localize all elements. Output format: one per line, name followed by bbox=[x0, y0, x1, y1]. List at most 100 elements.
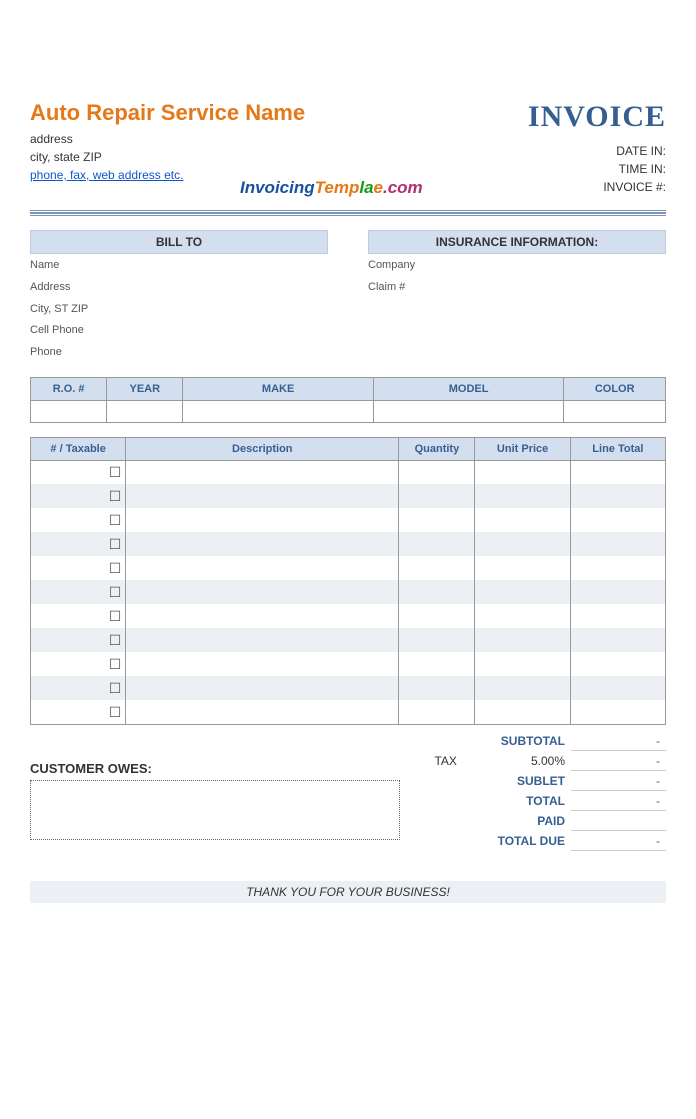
company-city: city, state ZIP bbox=[30, 148, 528, 166]
tax-value: - bbox=[571, 751, 666, 771]
item-row[interactable]: ☐ bbox=[31, 460, 666, 484]
total-label: TOTAL bbox=[463, 791, 571, 811]
item-cell[interactable] bbox=[475, 460, 570, 484]
vh-model: MODEL bbox=[373, 377, 564, 400]
item-cell[interactable] bbox=[570, 628, 665, 652]
paid-value bbox=[571, 811, 666, 831]
item-cell[interactable] bbox=[399, 532, 475, 556]
customer-owes-block: CUSTOMER OWES: bbox=[30, 731, 406, 852]
paid-label: PAID bbox=[463, 811, 571, 831]
ih-qty: Quantity bbox=[399, 437, 475, 460]
item-cell[interactable] bbox=[570, 604, 665, 628]
totaldue-label: TOTAL DUE bbox=[463, 831, 571, 851]
item-cell[interactable] bbox=[126, 508, 399, 532]
item-cell[interactable] bbox=[399, 580, 475, 604]
taxable-checkbox[interactable]: ☐ bbox=[31, 484, 126, 508]
item-cell[interactable] bbox=[399, 676, 475, 700]
item-cell[interactable] bbox=[570, 652, 665, 676]
item-cell[interactable] bbox=[126, 604, 399, 628]
ih-desc: Description bbox=[126, 437, 399, 460]
item-cell[interactable] bbox=[570, 460, 665, 484]
taxable-checkbox[interactable]: ☐ bbox=[31, 556, 126, 580]
owes-box[interactable] bbox=[30, 780, 400, 840]
item-cell[interactable] bbox=[126, 700, 399, 724]
item-cell[interactable] bbox=[570, 580, 665, 604]
item-cell[interactable] bbox=[475, 652, 570, 676]
taxable-checkbox[interactable]: ☐ bbox=[31, 580, 126, 604]
item-cell[interactable] bbox=[570, 508, 665, 532]
item-cell[interactable] bbox=[126, 676, 399, 700]
item-cell[interactable] bbox=[570, 700, 665, 724]
item-cell[interactable] bbox=[570, 532, 665, 556]
insurance-column: INSURANCE INFORMATION: Company Claim # bbox=[368, 230, 666, 363]
item-cell[interactable] bbox=[475, 676, 570, 700]
taxable-checkbox[interactable]: ☐ bbox=[31, 532, 126, 556]
item-cell[interactable] bbox=[126, 652, 399, 676]
item-cell[interactable] bbox=[475, 604, 570, 628]
bill-city: City, ST ZIP bbox=[30, 300, 328, 320]
item-cell[interactable] bbox=[126, 580, 399, 604]
sublet-label: SUBLET bbox=[463, 771, 571, 791]
item-cell[interactable] bbox=[126, 484, 399, 508]
item-cell[interactable] bbox=[570, 676, 665, 700]
vh-color: COLOR bbox=[564, 377, 666, 400]
item-row[interactable]: ☐ bbox=[31, 484, 666, 508]
divider-rule bbox=[30, 210, 666, 216]
item-cell[interactable] bbox=[475, 700, 570, 724]
item-cell[interactable] bbox=[126, 556, 399, 580]
taxable-checkbox[interactable]: ☐ bbox=[31, 460, 126, 484]
item-cell[interactable] bbox=[475, 484, 570, 508]
item-row[interactable]: ☐ bbox=[31, 508, 666, 532]
item-cell[interactable] bbox=[475, 508, 570, 532]
meta-rows: DATE IN: TIME IN: INVOICE #: bbox=[528, 142, 666, 196]
item-cell[interactable] bbox=[475, 580, 570, 604]
item-cell[interactable] bbox=[399, 652, 475, 676]
item-cell[interactable] bbox=[126, 628, 399, 652]
item-row[interactable]: ☐ bbox=[31, 676, 666, 700]
item-row[interactable]: ☐ bbox=[31, 628, 666, 652]
ih-taxable: # / Taxable bbox=[31, 437, 126, 460]
item-cell[interactable] bbox=[399, 604, 475, 628]
item-cell[interactable] bbox=[399, 484, 475, 508]
vh-make: MAKE bbox=[183, 377, 374, 400]
insurance-header: INSURANCE INFORMATION: bbox=[368, 230, 666, 254]
item-row[interactable]: ☐ bbox=[31, 652, 666, 676]
taxable-checkbox[interactable]: ☐ bbox=[31, 652, 126, 676]
item-cell[interactable] bbox=[399, 460, 475, 484]
tax-word: TAX bbox=[416, 751, 463, 771]
taxable-checkbox[interactable]: ☐ bbox=[31, 508, 126, 532]
sublet-value: - bbox=[571, 771, 666, 791]
item-cell[interactable] bbox=[126, 460, 399, 484]
watermark: InvoicingTemplae.com bbox=[240, 178, 423, 198]
item-cell[interactable] bbox=[399, 556, 475, 580]
item-row[interactable]: ☐ bbox=[31, 604, 666, 628]
time-in-label: TIME IN: bbox=[528, 160, 666, 178]
taxable-checkbox[interactable]: ☐ bbox=[31, 628, 126, 652]
footer-thanks: THANK YOU FOR YOUR BUSINESS! bbox=[30, 881, 666, 903]
item-row[interactable]: ☐ bbox=[31, 580, 666, 604]
taxable-checkbox[interactable]: ☐ bbox=[31, 604, 126, 628]
bill-address: Address bbox=[30, 278, 328, 298]
item-row[interactable]: ☐ bbox=[31, 532, 666, 556]
item-cell[interactable] bbox=[126, 532, 399, 556]
ins-company: Company bbox=[368, 256, 666, 276]
subtotal-value: - bbox=[571, 731, 666, 751]
taxable-checkbox[interactable]: ☐ bbox=[31, 700, 126, 724]
item-row[interactable]: ☐ bbox=[31, 556, 666, 580]
item-cell[interactable] bbox=[475, 556, 570, 580]
company-contact-link[interactable]: phone, fax, web address etc. bbox=[30, 168, 183, 182]
item-row[interactable]: ☐ bbox=[31, 700, 666, 724]
vh-year: YEAR bbox=[107, 377, 183, 400]
info-columns: BILL TO Name Address City, ST ZIP Cell P… bbox=[30, 230, 666, 363]
item-cell[interactable] bbox=[475, 628, 570, 652]
vh-ro: R.O. # bbox=[31, 377, 107, 400]
vehicle-row[interactable] bbox=[31, 400, 666, 422]
item-cell[interactable] bbox=[570, 484, 665, 508]
item-cell[interactable] bbox=[570, 556, 665, 580]
item-cell[interactable] bbox=[399, 700, 475, 724]
item-cell[interactable] bbox=[399, 508, 475, 532]
item-cell[interactable] bbox=[399, 628, 475, 652]
taxable-checkbox[interactable]: ☐ bbox=[31, 676, 126, 700]
tax-rate: 5.00% bbox=[463, 751, 571, 771]
item-cell[interactable] bbox=[475, 532, 570, 556]
